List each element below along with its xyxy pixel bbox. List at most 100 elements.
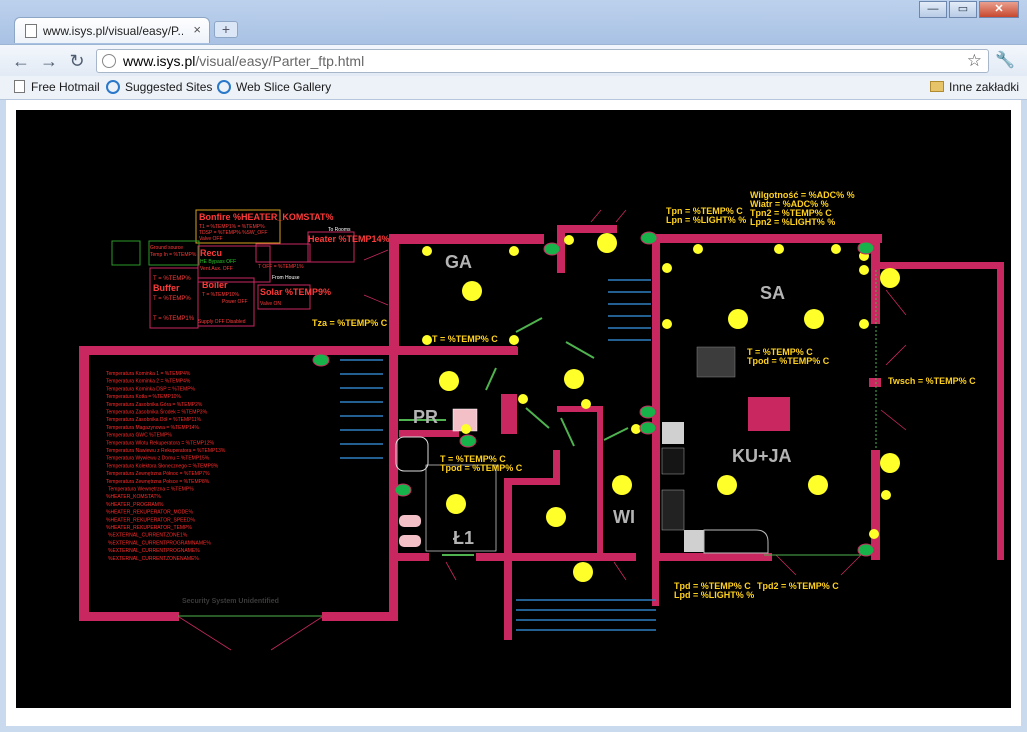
wall [389,234,399,346]
ground-source-box[interactable] [111,240,141,266]
wall [79,612,179,621]
lamp-small [881,490,891,500]
room-sa-label[interactable]: SA [760,283,785,303]
summary-line: Temperatura Kolektora Słonecznego = %TEM… [106,463,219,469]
lamp [462,281,482,301]
reload-icon[interactable]: ↻ [66,50,88,72]
browser-window: www.isys.pl/visual/easy/P... × + — ▭ ✕ ←… [0,0,1027,732]
navigation-toolbar: ← → ↻ www.isys.pl/visual/easy/Parter_ftp… [0,44,1027,76]
recu-title: Recu [200,248,222,258]
wall [389,553,429,561]
sensor [857,241,875,255]
url-host: www.isys.pl [123,53,196,69]
title-bar: www.isys.pl/visual/easy/P... × + — ▭ ✕ [0,0,1027,44]
bathtub [395,436,429,472]
minimize-button[interactable]: — [919,1,947,18]
bookmark-other[interactable]: Inne zakładki [930,80,1019,94]
door [560,417,575,447]
bookmarks-bar: Free Hotmail Suggested Sites Web Slice G… [0,76,1027,100]
summary-line: Temperatura GWC %TEMP% [106,433,172,439]
stove [661,447,685,475]
door-swing [445,561,457,581]
dishwasher [661,489,685,531]
wrench-icon[interactable]: 🔧 [995,50,1015,70]
bookmark-label: Inne zakładki [949,80,1020,94]
door-swing [840,554,862,576]
lamp [880,268,900,288]
summary-list: Temperatura Kominka 1 = %TEMP4% Temperatu… [106,371,226,562]
new-tab-button[interactable]: + [214,21,238,38]
room-wi-label[interactable]: WI [613,507,635,527]
summary-line: Temperatura Kominka DSP = %TEMP% [106,386,196,392]
solar-title: Solar %TEMP9% [260,287,331,297]
bookmark-web-slice-gallery[interactable]: Web Slice Gallery [217,80,331,94]
wall [652,234,882,243]
reading-lpn: Lpn = %LIGHT% % [666,215,746,225]
tab-close-icon[interactable]: × [193,22,201,37]
summary-line: Temperatura Magazynowa = %TEMP14% [106,425,200,431]
lamp [728,309,748,329]
address-bar[interactable]: www.isys.pl/visual/easy/Parter_ftp.html … [96,49,989,73]
room-pr-label[interactable]: PR [413,407,438,427]
door [603,427,629,441]
wall [880,262,1003,269]
reading-lpd: Lpd = %LIGHT% % [674,590,754,600]
summary-line: %HEATER_PROGRAM% [106,502,164,508]
room-l1-label[interactable]: Ł1 [453,528,474,548]
bonfire-title: Bonfire %HEATER_KOMSTAT% [199,212,334,222]
close-window-button[interactable]: ✕ [979,1,1019,18]
heater-title: Heater %TEMP14% [308,234,390,244]
bonfire-line: Valve OFF [199,236,223,242]
summary-line: Temperatura Nawiewu z Rekuperatora = %TE… [106,448,226,454]
wall [476,553,636,561]
lamp-small [859,319,869,329]
lamp [597,233,617,253]
bookmark-star-icon[interactable]: ☆ [967,50,982,72]
room-kuja-label[interactable]: KU+JA [732,446,792,466]
sensor [639,405,657,419]
lamp-small [518,394,528,404]
door-swing [775,554,797,576]
wall [504,630,512,640]
back-arrow-icon[interactable]: ← [10,50,32,72]
sensor [459,434,477,448]
summary-line: %EXTERNAL_CURRENTZONE1% [108,533,188,539]
forward-arrow-icon[interactable]: → [38,50,60,72]
lamp-small [461,424,471,434]
bookmark-free-hotmail[interactable]: Free Hotmail [14,80,100,94]
wall [557,406,597,412]
buffer-line: T = %TEMP% [153,276,191,282]
wall [652,556,659,606]
door [565,341,595,359]
browser-tab[interactable]: www.isys.pl/visual/easy/P... × [14,17,210,43]
reading-lpn2: Lpn2 = %LIGHT% % [750,217,835,227]
room-ga-label[interactable]: GA [445,252,472,272]
wall [557,225,617,233]
summary-line: %EXTERNAL_CURRENTPROGNAME% [108,548,200,554]
wall [871,450,880,560]
door-swing [363,294,389,306]
maximize-button[interactable]: ▭ [949,1,977,18]
lamp-small [831,244,841,254]
summary-line: Temperatura Kominka 1 = %TEMP4% [106,371,191,377]
folder-icon [930,81,944,92]
lamp-small [509,246,519,256]
summary-line: Temperatura Zasobnika Środek = %TEMP3% [106,408,208,416]
tdiff-box[interactable] [255,243,311,263]
lamp-small [564,235,574,245]
heating-schematic: Bonfire %HEATER_KOMSTAT% T1 = %TEMP1% = … [111,209,390,329]
summary-line: Temperatura Zasobnika Góra = %TEMP2% [106,402,203,408]
door-swing [613,561,627,581]
summary-line: Temperatura Zewnętrzna Północ = %TEMP7% [106,471,210,477]
ground-title: Ground source [150,245,183,251]
lamp-small [869,529,879,539]
lamp [880,453,900,473]
reading-tpod-sa: Tpod = %TEMP% C [747,356,830,366]
globe-icon [102,54,116,68]
lamps [422,233,900,582]
bookmark-suggested-sites[interactable]: Suggested Sites [106,80,212,94]
lamp-small [422,246,432,256]
counter [684,530,704,552]
lamp-small [859,265,869,275]
wall [79,346,89,620]
